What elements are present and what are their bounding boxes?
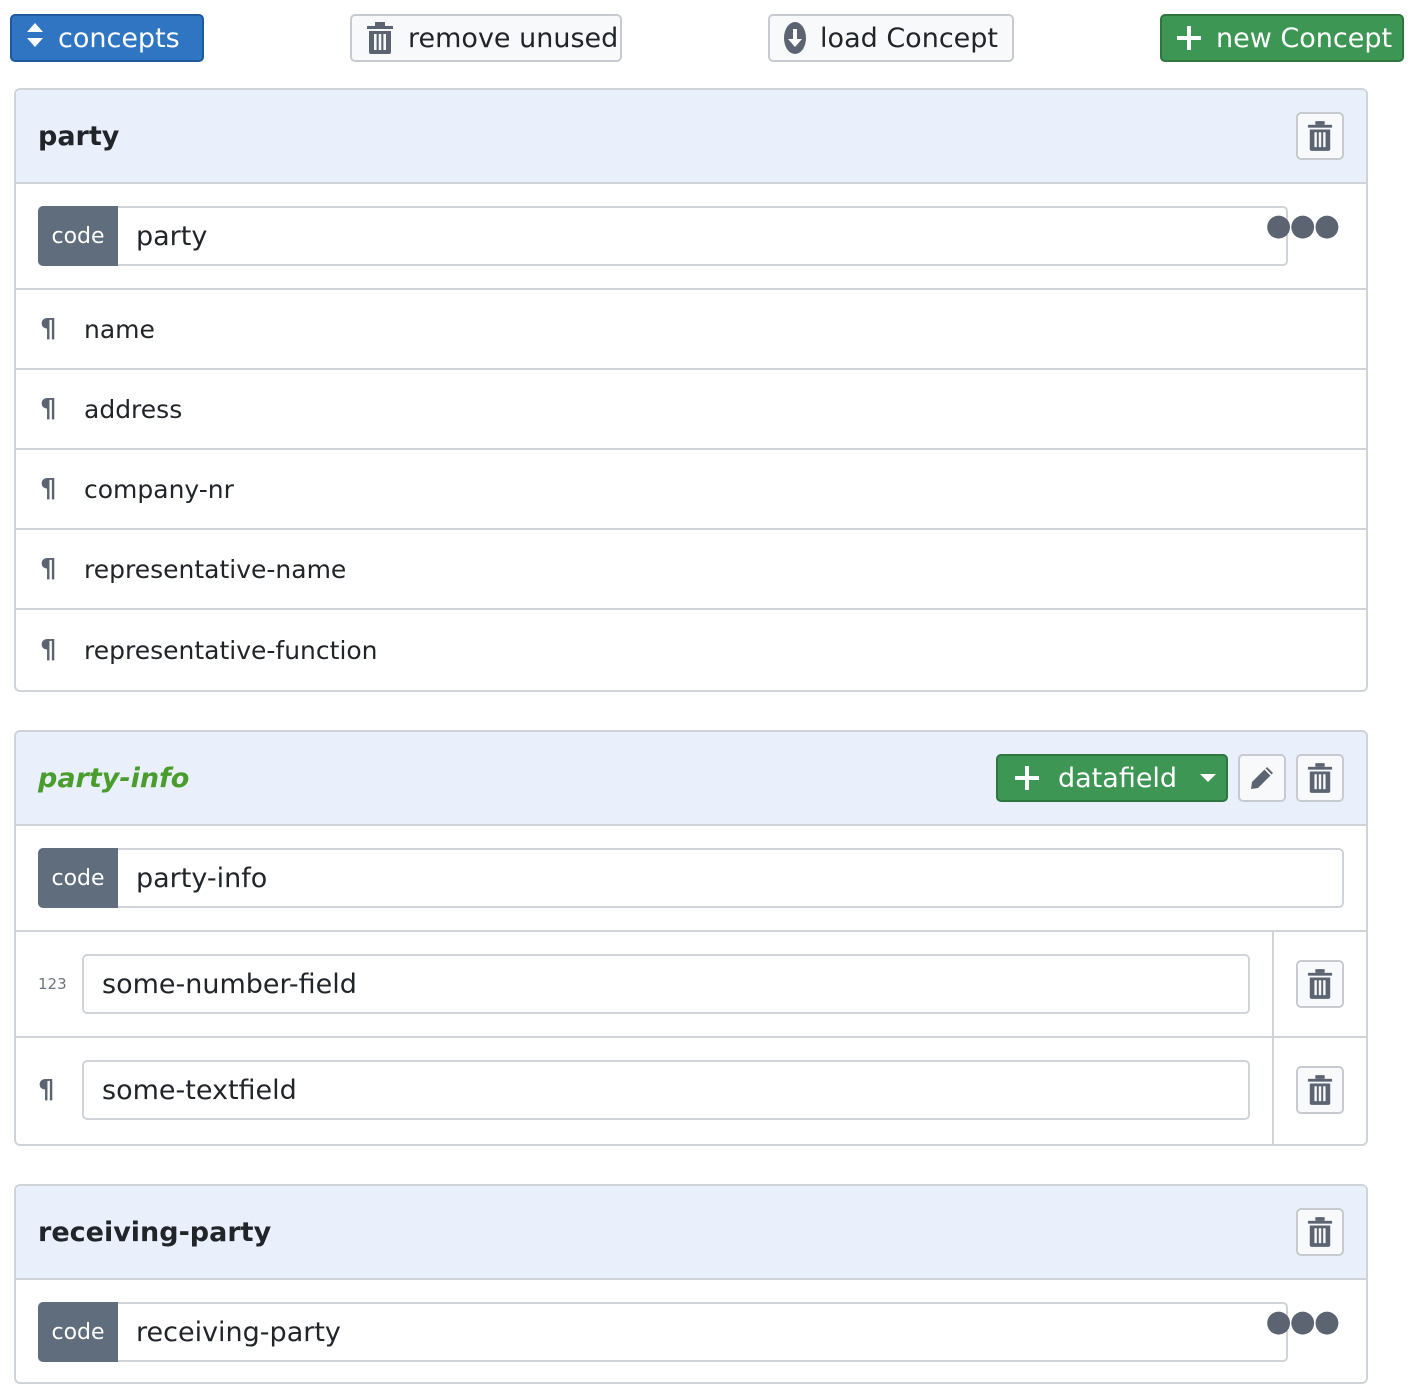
code-input[interactable]: receiving-party — [118, 1302, 1288, 1362]
code-input-group: code party-info — [38, 848, 1344, 908]
field-row[interactable]: ¶ representative-function — [16, 610, 1366, 690]
field-row[interactable]: ¶ representative-name — [16, 530, 1366, 610]
load-concept-label: load Concept — [820, 22, 998, 54]
concept-card-receiving-party: receiving-party code receiving-party ●●● — [14, 1184, 1368, 1384]
remove-unused-button[interactable]: remove unused — [350, 14, 622, 62]
new-concept-button[interactable]: new Concept — [1160, 14, 1404, 62]
field-name: name — [84, 314, 155, 344]
pilcrow-icon: ¶ — [40, 635, 57, 665]
concepts-label: concepts — [58, 22, 180, 54]
pilcrow-icon: ¶ — [38, 1075, 55, 1105]
concept-header: party — [16, 90, 1366, 184]
ellipsis-icon[interactable]: ●●● — [1265, 1307, 1340, 1337]
plus-icon — [1176, 25, 1202, 51]
code-input-group: code party — [38, 206, 1288, 266]
concept-card-party-info: party-info datafield code party-info 123… — [14, 730, 1368, 1146]
code-input[interactable]: party-info — [118, 848, 1344, 908]
concepts-button[interactable]: concepts — [10, 14, 204, 62]
concept-header: party-info datafield — [16, 732, 1366, 826]
trash-icon — [366, 22, 394, 54]
trash-icon — [1307, 121, 1333, 151]
datafield-row: 123 some-number-field — [16, 932, 1366, 1038]
caret-down-icon — [1199, 773, 1217, 783]
new-concept-label: new Concept — [1216, 22, 1393, 54]
datafield-row: ¶ some-textfield — [16, 1038, 1366, 1144]
concept-title: receiving-party — [38, 1216, 272, 1248]
add-datafield-button[interactable]: datafield — [996, 754, 1228, 802]
code-input-group: code receiving-party — [38, 1302, 1288, 1362]
code-row: code party-info — [16, 826, 1366, 932]
field-name: address — [84, 394, 183, 424]
sort-icon — [26, 22, 44, 55]
code-label: code — [38, 1302, 118, 1362]
code-row: code party ●●● — [16, 184, 1366, 290]
field-name: representative-function — [84, 635, 378, 665]
toolbar: concepts remove unused load Concept new … — [0, 0, 1414, 88]
number-icon: 123 — [38, 975, 67, 993]
field-row[interactable]: ¶ name — [16, 290, 1366, 370]
trash-icon — [1307, 1217, 1333, 1247]
concept-title: party-info — [38, 762, 190, 794]
ellipsis-icon[interactable]: ●●● — [1265, 211, 1340, 241]
code-label: code — [38, 206, 118, 266]
delete-datafield-button[interactable] — [1296, 1066, 1344, 1114]
trash-icon — [1307, 763, 1333, 793]
code-label: code — [38, 848, 118, 908]
pilcrow-icon: ¶ — [40, 314, 57, 344]
delete-datafield-button[interactable] — [1296, 960, 1344, 1008]
load-concept-button[interactable]: load Concept — [768, 14, 1014, 62]
delete-concept-button[interactable] — [1296, 112, 1344, 160]
concept-title: party — [38, 120, 120, 152]
pencil-icon — [1249, 765, 1275, 791]
download-circle-icon — [784, 22, 807, 54]
edit-concept-button[interactable] — [1238, 754, 1286, 802]
trash-icon — [1307, 969, 1333, 999]
concept-header: receiving-party — [16, 1186, 1366, 1280]
trash-icon — [1307, 1075, 1333, 1105]
pilcrow-icon: ¶ — [40, 474, 57, 504]
delete-concept-button[interactable] — [1296, 1208, 1344, 1256]
plus-icon — [1014, 765, 1040, 791]
field-row[interactable]: ¶ address — [16, 370, 1366, 450]
datafield-label: datafield — [1058, 762, 1178, 794]
code-row: code receiving-party ●●● — [16, 1280, 1366, 1382]
remove-unused-label: remove unused — [408, 22, 619, 54]
field-row[interactable]: ¶ company-nr — [16, 450, 1366, 530]
datafield-input[interactable]: some-textfield — [82, 1060, 1250, 1120]
datafield-input[interactable]: some-number-field — [82, 954, 1250, 1014]
pilcrow-icon: ¶ — [40, 554, 57, 584]
code-input[interactable]: party — [118, 206, 1288, 266]
row-divider — [1272, 932, 1274, 1036]
concept-card-party: party code party ●●● ¶ name ¶ address ¶ … — [14, 88, 1368, 692]
field-name: company-nr — [84, 474, 234, 504]
row-divider — [1272, 1038, 1274, 1144]
delete-concept-button[interactable] — [1296, 754, 1344, 802]
pilcrow-icon: ¶ — [40, 394, 57, 424]
field-name: representative-name — [84, 554, 347, 584]
